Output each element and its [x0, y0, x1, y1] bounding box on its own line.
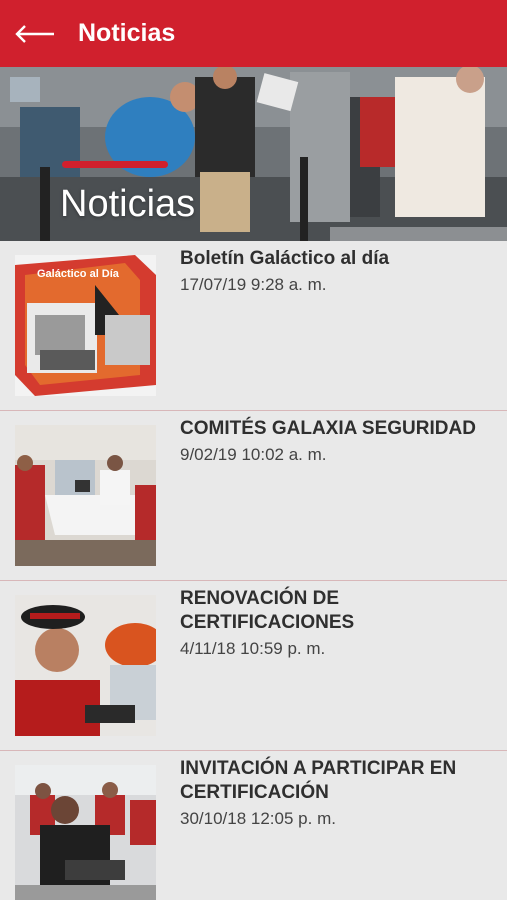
news-item[interactable]: COMITÉS GALAXIA SEGURIDAD 9/02/19 10:02 …	[0, 411, 507, 581]
news-thumbnail	[15, 425, 156, 566]
news-title: Boletín Galáctico al día	[180, 248, 390, 269]
news-date: 9/02/19 10:02 a. m.	[180, 445, 327, 464]
hero-title: Noticias	[60, 183, 196, 225]
page-title: Noticias	[78, 19, 176, 47]
arrow-left-icon	[15, 24, 54, 43]
news-thumbnail	[15, 595, 156, 736]
news-item[interactable]: INVITACIÓN A PARTICIPAR EN CERTIFICACIÓN…	[0, 751, 507, 900]
news-title: INVITACIÓN A PARTICIPAR EN CERTIFICACIÓN	[180, 758, 457, 803]
news-date: 4/11/18 10:59 p. m.	[180, 639, 326, 658]
app-bar: Noticias	[0, 0, 507, 67]
back-button[interactable]	[0, 0, 70, 67]
news-item[interactable]: Galáctico al Día Boletín Galáctico al dí…	[0, 241, 507, 411]
hero-banner: Noticias	[0, 67, 507, 241]
news-title: RENOVACIÓN DE CERTIFICACIONES	[180, 588, 355, 633]
news-date: 30/10/18 12:05 p. m.	[180, 809, 336, 828]
hero-accent-bar	[62, 161, 168, 168]
news-thumbnail	[15, 765, 156, 900]
news-thumbnail: Galáctico al Día	[15, 255, 156, 396]
news-list: Galáctico al Día Boletín Galáctico al dí…	[0, 241, 507, 900]
news-date: 17/07/19 9:28 a. m.	[180, 275, 327, 294]
thumb-caption: Galáctico al Día	[37, 268, 120, 280]
news-item[interactable]: RENOVACIÓN DE CERTIFICACIONES 4/11/18 10…	[0, 581, 507, 751]
news-title: COMITÉS GALAXIA SEGURIDAD	[180, 418, 476, 439]
